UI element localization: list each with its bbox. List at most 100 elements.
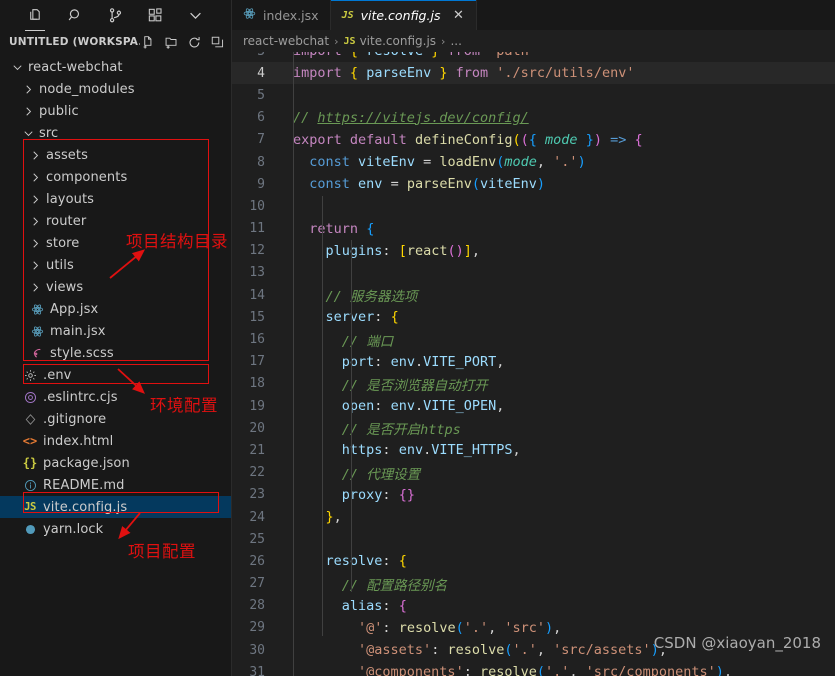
chevron-right-icon: [28, 149, 42, 162]
tree-folder-views[interactable]: views: [0, 276, 231, 298]
tree-folder-utils[interactable]: utils: [0, 254, 231, 276]
code-text: alias: {: [341, 597, 407, 614]
tree-file-app-jsx[interactable]: App.jsx: [0, 298, 231, 320]
line-number: 17: [249, 354, 265, 370]
tree-file-yarn-lock[interactable]: yarn.lock: [0, 518, 231, 540]
tree-item-label: .env: [43, 367, 72, 383]
breadcrumb-separator: ›: [441, 34, 446, 48]
line-number: 19: [249, 398, 265, 414]
tree-folder-public[interactable]: public: [0, 100, 231, 122]
close-icon[interactable]: ✕: [451, 8, 465, 23]
search-icon[interactable]: [66, 6, 84, 24]
tree-folder-src[interactable]: src: [0, 122, 231, 144]
line-number: 16: [249, 332, 265, 348]
line-number: 23: [249, 487, 265, 503]
chevron-right-icon: [28, 215, 42, 228]
chevron-right-icon: [28, 281, 42, 294]
line-number: 30: [249, 642, 265, 658]
line-number: 26: [249, 553, 265, 569]
code-text: },: [325, 509, 342, 526]
breadcrumb-file[interactable]: vite.config.js: [360, 34, 436, 48]
react-icon: [243, 7, 256, 23]
breadcrumb: react-webchat › JS vite.config.js › ...: [232, 30, 835, 52]
new-file-icon[interactable]: [140, 34, 156, 50]
indent-guide: [322, 196, 323, 636]
tree-item-label: public: [39, 103, 79, 119]
collapse-all-icon[interactable]: [209, 34, 225, 50]
chevron-right-icon: [21, 105, 35, 118]
yarn-icon: [21, 523, 39, 536]
code-text: resolve: {: [325, 553, 407, 570]
tree-item-label: style.scss: [50, 345, 114, 361]
tree-item-label: utils: [46, 257, 74, 273]
code-text: https: env.VITE_HTTPS,: [341, 442, 521, 459]
line-number: 24: [249, 509, 265, 525]
tree-file-package-json[interactable]: {} package.json: [0, 452, 231, 474]
explorer-icon[interactable]: [25, 6, 45, 31]
js-icon: JS: [24, 501, 36, 513]
workspace-title: UNTITLED (WORKSPA...: [9, 36, 140, 48]
line-number: 9: [257, 176, 265, 192]
tree-folder-assets[interactable]: assets: [0, 144, 231, 166]
tree-file-readme-md[interactable]: README.md: [0, 474, 231, 496]
line-number: 25: [249, 531, 265, 547]
refresh-icon[interactable]: [186, 34, 202, 50]
tab-index-jsx[interactable]: index.jsx: [232, 0, 331, 30]
activity-bar: [0, 0, 231, 31]
tree-item-label: yarn.lock: [43, 521, 104, 537]
tree-file-env[interactable]: .env: [0, 364, 231, 386]
more-views-chevron-down-icon[interactable]: [186, 6, 204, 24]
tree-item-label: react-webchat: [28, 59, 123, 75]
line-number: 11: [249, 221, 265, 237]
tree-folder-layouts[interactable]: layouts: [0, 188, 231, 210]
code-editor[interactable]: 3 import { resolve } from 'path' 4 impor…: [232, 52, 835, 676]
tree-file-index-html[interactable]: <> index.html: [0, 430, 231, 452]
tree-folder-node-modules[interactable]: node_modules: [0, 78, 231, 100]
breadcrumb-root[interactable]: react-webchat: [243, 34, 329, 48]
annotation-project-config: 项目配置: [128, 542, 196, 561]
explorer-header-actions: [140, 34, 225, 50]
indent-guide: [351, 240, 352, 592]
line-number: 5: [257, 87, 265, 103]
code-text: export default defineConfig(({ mode }) =…: [293, 131, 643, 148]
js-icon: JS: [341, 9, 354, 21]
tree-item-label: router: [46, 213, 87, 229]
tree-file-vite-config-js[interactable]: JS vite.config.js: [0, 496, 231, 518]
chevron-down-icon: [10, 61, 24, 74]
annotation-project-structure: 项目结构目录: [126, 232, 228, 251]
tree-item-label: .eslintrc.cjs: [43, 389, 118, 405]
code-line: 6 // https://vitejs.dev/config/: [232, 107, 835, 129]
code-text: // https://vitejs.dev/config/: [293, 109, 529, 126]
tree-file-style-scss[interactable]: style.scss: [0, 342, 231, 364]
code-line: 4 import { parseEnv } from './src/utils/…: [232, 62, 835, 85]
json-icon: {}: [22, 456, 38, 470]
line-number: 31: [249, 664, 265, 676]
new-folder-icon[interactable]: [163, 34, 179, 50]
tree-item-label: package.json: [43, 455, 130, 471]
extensions-icon[interactable]: [146, 6, 164, 24]
tab-vite-config-js[interactable]: JS vite.config.js ✕: [330, 0, 478, 30]
tab-label: vite.config.js: [360, 7, 441, 23]
tree-folder-components[interactable]: components: [0, 166, 231, 188]
tree-file-main-jsx[interactable]: main.jsx: [0, 320, 231, 342]
line-number: 3: [232, 52, 281, 59]
breadcrumb-symbol[interactable]: ...: [450, 34, 461, 48]
tree-item-label: store: [46, 235, 80, 251]
code-text: // 服务器选项: [325, 289, 418, 306]
source-control-icon[interactable]: [106, 6, 124, 24]
tree-folder-react-webchat[interactable]: react-webchat: [0, 56, 231, 78]
tree-item-label: assets: [46, 147, 88, 163]
info-icon: [21, 479, 39, 492]
tree-item-label: App.jsx: [50, 301, 99, 317]
file-tree: react-webchat node_modulespublic src assets…: [0, 54, 231, 540]
line-number: 13: [249, 265, 265, 281]
chevron-right-icon: [21, 83, 35, 96]
line-number: 14: [249, 287, 265, 303]
chevron-right-icon: [28, 193, 42, 206]
line-number: 10: [249, 198, 265, 214]
tree-item-label: components: [46, 169, 128, 185]
tree-item-label: node_modules: [39, 81, 135, 97]
sass-icon: [28, 347, 46, 360]
line-number: 4: [257, 65, 265, 81]
eslint-icon: [21, 391, 39, 404]
